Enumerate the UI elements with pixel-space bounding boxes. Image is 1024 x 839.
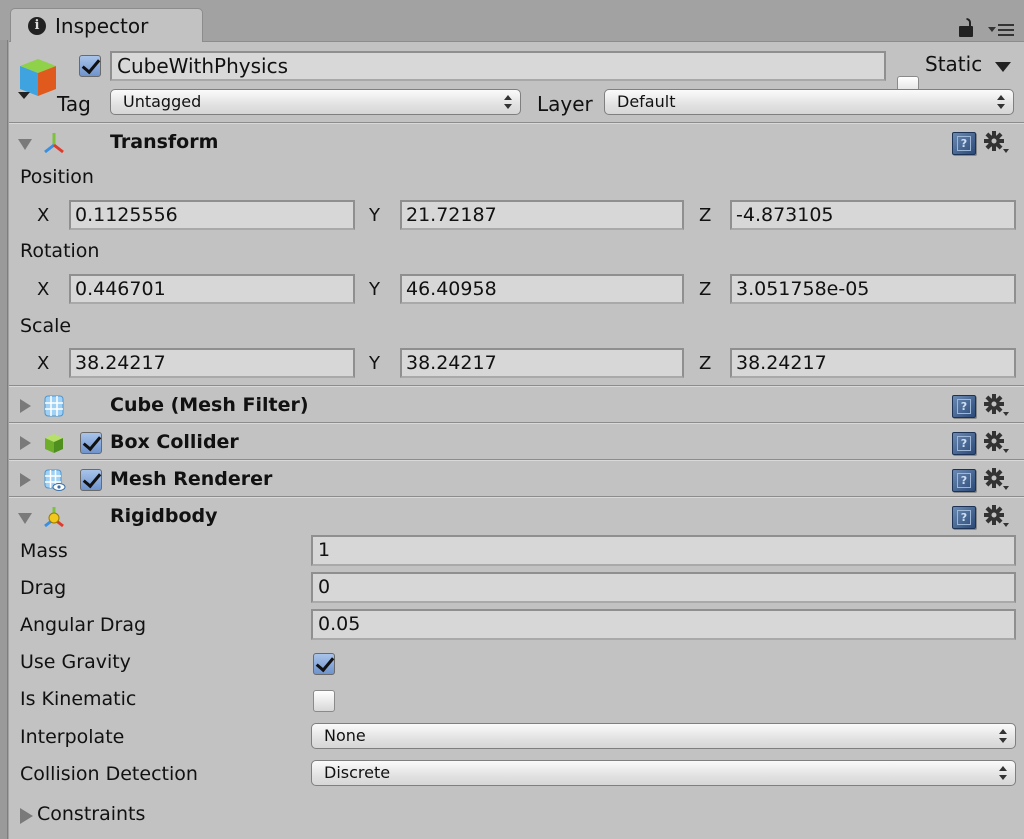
gear-icon[interactable] (984, 431, 1010, 455)
rotation-z-input[interactable]: 3.051758e-05 (730, 274, 1016, 304)
mass-input[interactable]: 1 (311, 535, 1016, 566)
rotation-x-input[interactable]: 0.446701 (69, 274, 355, 304)
axis-label-x: X (37, 205, 50, 226)
box-collider-title: Box Collider (110, 431, 239, 453)
position-z-input[interactable]: -4.873105 (730, 200, 1016, 230)
gameobject-name-input[interactable]: CubeWithPhysics (110, 51, 886, 81)
collision-detection-label: Collision Detection (20, 763, 198, 785)
static-dropdown-icon[interactable] (995, 62, 1011, 72)
scale-x-input[interactable]: 38.24217 (69, 348, 355, 378)
help-book-icon[interactable]: ? (952, 132, 976, 155)
gameobject-active-checkbox[interactable] (79, 55, 101, 77)
drag-input[interactable]: 0 (311, 572, 1016, 603)
help-book-icon[interactable]: ? (952, 395, 976, 418)
axis-label-z: Z (699, 279, 712, 300)
info-icon: i (28, 17, 46, 35)
gear-icon[interactable] (984, 468, 1010, 492)
foldout-expanded-icon[interactable] (18, 513, 32, 524)
rigidbody-icon (44, 507, 64, 528)
axis-label-y: Y (369, 279, 380, 300)
foldout-collapsed-icon[interactable] (20, 436, 31, 450)
transform-header[interactable]: Transform ? (9, 125, 1024, 161)
lock-icon[interactable] (959, 18, 973, 37)
separator (9, 496, 1024, 498)
constraints-foldout[interactable]: Constraints (37, 803, 145, 825)
axis-label-z: Z (699, 353, 712, 374)
layer-label: Layer (537, 92, 593, 116)
position-y-input[interactable]: 21.72187 (400, 200, 684, 230)
tag-dropdown[interactable]: Untagged (110, 89, 521, 115)
angular-drag-label: Angular Drag (20, 614, 147, 636)
mesh-filter-icon (44, 395, 64, 417)
rotation-label: Rotation (20, 240, 100, 262)
updown-arrows-icon (999, 729, 1007, 743)
panel-menu-icon[interactable] (988, 22, 1018, 38)
axis-label-x: X (37, 279, 50, 300)
interpolate-dropdown[interactable]: None (311, 723, 1016, 749)
gameobject-cube-icon[interactable] (16, 56, 62, 102)
transform-title: Transform (110, 131, 219, 153)
mesh-filter-title: Cube (Mesh Filter) (110, 394, 309, 416)
scale-label: Scale (20, 315, 72, 337)
axis-label-z: Z (699, 205, 712, 226)
collision-detection-value: Discrete (324, 763, 391, 782)
mesh-renderer-icon (44, 469, 66, 491)
scale-y-input[interactable]: 38.24217 (400, 348, 684, 378)
gear-icon[interactable] (984, 505, 1010, 529)
foldout-collapsed-icon[interactable] (20, 473, 31, 487)
tab-title: Inspector (55, 14, 149, 38)
help-book-icon[interactable]: ? (952, 506, 976, 529)
foldout-collapsed-icon[interactable] (20, 399, 31, 413)
mesh-renderer-enabled-checkbox[interactable] (80, 469, 102, 491)
left-panel-edge (0, 40, 8, 839)
transform-axes-icon (44, 133, 64, 154)
is-kinematic-label: Is Kinematic (20, 688, 137, 710)
gear-icon[interactable] (984, 131, 1010, 155)
static-label: Static (925, 52, 983, 76)
axis-label-x: X (37, 353, 50, 374)
separator (9, 122, 1024, 124)
axis-label-y: Y (369, 205, 380, 226)
axis-label-y: Y (369, 353, 380, 374)
component-header-mesh-filter[interactable]: Cube (Mesh Filter) ? (9, 388, 1024, 424)
updown-arrows-icon (504, 95, 512, 109)
angular-drag-input[interactable]: 0.05 (311, 609, 1016, 640)
help-book-icon[interactable]: ? (952, 469, 976, 492)
component-header-rigidbody[interactable]: Rigidbody ? (9, 499, 1024, 535)
rigidbody-title: Rigidbody (110, 505, 218, 527)
scale-z-input[interactable]: 38.24217 (730, 348, 1016, 378)
box-collider-icon (45, 434, 63, 453)
layer-value: Default (617, 92, 676, 111)
use-gravity-label: Use Gravity (20, 651, 131, 673)
box-collider-enabled-checkbox[interactable] (80, 432, 102, 454)
gear-icon[interactable] (984, 394, 1010, 418)
foldout-expanded-icon[interactable] (18, 139, 32, 150)
interpolate-value: None (324, 726, 366, 745)
mass-label: Mass (20, 540, 68, 562)
inspector-panel: CubeWithPhysics Static Tag Untagged Laye… (9, 41, 1024, 839)
updown-arrows-icon (997, 95, 1005, 109)
separator (9, 385, 1024, 387)
tab-inspector[interactable]: i Inspector (10, 8, 203, 42)
tag-label: Tag (57, 92, 91, 116)
tag-value: Untagged (123, 92, 202, 111)
updown-arrows-icon (999, 766, 1007, 780)
position-x-input[interactable]: 0.1125556 (69, 200, 355, 230)
layer-dropdown[interactable]: Default (604, 89, 1014, 115)
is-kinematic-checkbox[interactable] (313, 690, 335, 712)
help-book-icon[interactable]: ? (952, 432, 976, 455)
separator (9, 459, 1024, 461)
rotation-y-input[interactable]: 46.40958 (400, 274, 684, 304)
interpolate-label: Interpolate (20, 726, 125, 748)
constraints-foldout-icon[interactable] (20, 808, 33, 824)
collision-detection-dropdown[interactable]: Discrete (311, 760, 1016, 786)
component-header-box-collider[interactable]: Box Collider ? (9, 425, 1024, 461)
position-label: Position (20, 166, 94, 188)
drag-label: Drag (20, 577, 67, 599)
component-header-mesh-renderer[interactable]: Mesh Renderer ? (9, 462, 1024, 498)
mesh-renderer-title: Mesh Renderer (110, 468, 273, 490)
use-gravity-checkbox[interactable] (313, 653, 335, 675)
separator (9, 422, 1024, 424)
